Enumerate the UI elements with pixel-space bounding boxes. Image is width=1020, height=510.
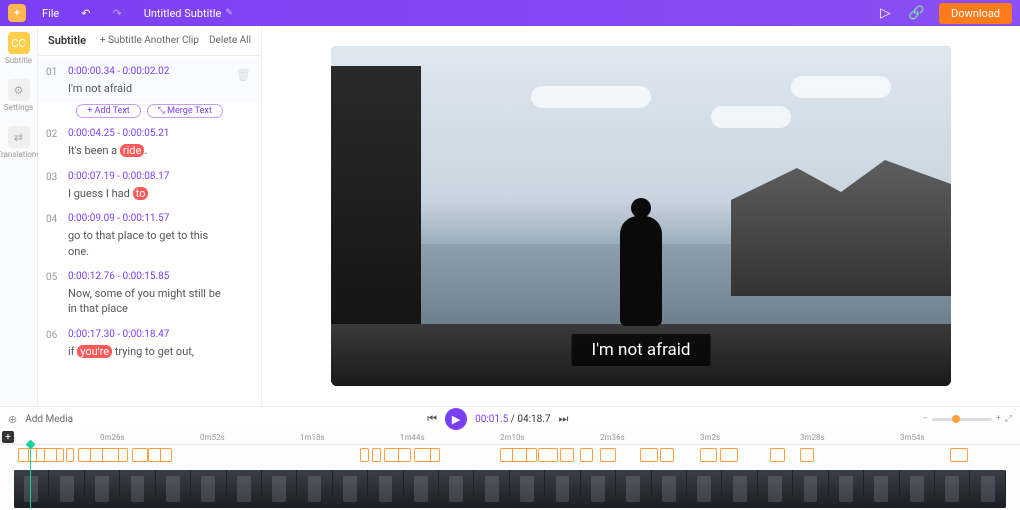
video-thumbnail — [368, 470, 403, 508]
video-thumbnail — [793, 470, 828, 508]
add-media-icon[interactable]: ⊕ — [8, 413, 17, 426]
playhead[interactable] — [30, 445, 31, 508]
subtitle-chip[interactable] — [950, 448, 968, 462]
project-title[interactable]: Untitled Subtitle✎ — [144, 7, 233, 20]
subtitle-chip[interactable] — [538, 448, 558, 462]
zoom-out[interactable]: − — [923, 414, 928, 424]
subtitle-chip[interactable] — [640, 448, 658, 462]
subtitle-row[interactable]: 050:00:12.76 - 0:00:15.85Now, some of yo… — [38, 265, 261, 323]
subtitle-chip[interactable] — [372, 448, 381, 462]
video-thumbnail — [49, 470, 84, 508]
video-thumbnail — [297, 470, 332, 508]
delete-all[interactable]: Delete All — [209, 35, 251, 46]
video-thumbnail — [829, 470, 864, 508]
file-menu[interactable]: File — [36, 5, 65, 22]
subtitle-list: 010:00:00.34 - 0:00:02.02I'm not afraid🗑… — [38, 56, 261, 406]
subtitle-chip[interactable] — [770, 448, 785, 462]
share-button[interactable]: 🔗 — [904, 2, 929, 25]
subtitle-chip[interactable] — [580, 448, 593, 462]
video-thumbnail — [652, 470, 687, 508]
video-thumbnail — [545, 470, 580, 508]
video-thumbnail — [333, 470, 368, 508]
subtitle-chip[interactable] — [660, 448, 674, 462]
timeline[interactable]: + 0m26s0m52s1m18s1m44s2m10s2m36s3m2s3m28… — [0, 431, 1020, 510]
video-thumbnail — [227, 470, 262, 508]
merge-text-button[interactable]: ⤡ Merge Text — [147, 104, 223, 118]
subtitle-row[interactable]: 030:00:07.19 - 0:00:08.17I guess I had t… — [38, 165, 261, 207]
edit-icon: ✎ — [225, 8, 233, 18]
video-thumbnail — [156, 470, 191, 508]
subtitle-chip[interactable] — [700, 448, 717, 462]
zoom-slider[interactable] — [932, 418, 992, 421]
video-thumbnail — [722, 470, 757, 508]
play-button[interactable]: ▶ — [445, 408, 467, 430]
video-thumbnail — [687, 470, 722, 508]
video-thumbnail — [85, 470, 120, 508]
video-thumbnail — [191, 470, 226, 508]
video-thumbnail — [581, 470, 616, 508]
subtitle-chip[interactable] — [360, 448, 369, 462]
redo-button[interactable]: ↷ — [106, 5, 127, 22]
video-thumbnail — [970, 470, 1005, 508]
video-thumbnail — [900, 470, 935, 508]
video-subject — [620, 216, 662, 326]
subtitle-row[interactable]: 020:00:04.25 - 0:00:05.21It's been a rid… — [38, 122, 261, 164]
video-caption: I'm not afraid — [572, 334, 711, 366]
subtitle-chip[interactable] — [66, 448, 74, 462]
subtitle-chip[interactable] — [56, 448, 64, 462]
subtitle-row[interactable]: 010:00:00.34 - 0:00:02.02I'm not afraid🗑 — [38, 60, 261, 102]
rail-subtitle[interactable]: CCSubtitle — [5, 32, 32, 65]
subtitle-chip[interactable] — [560, 448, 574, 462]
step-forward[interactable]: ⏭ — [559, 412, 569, 426]
time-display: 00:01.5 / 04:18.7 — [475, 414, 550, 425]
panel-title: Subtitle — [48, 34, 90, 47]
delete-icon[interactable]: 🗑 — [236, 68, 251, 96]
timeline-ruler: 0m26s0m52s1m18s1m44s2m10s2m36s3m2s3m28s3… — [0, 431, 1020, 445]
subtitle-another-clip[interactable]: + Subtitle Another Clip — [100, 35, 199, 46]
video-thumbnail — [864, 470, 899, 508]
add-text-button[interactable]: + Add Text — [76, 104, 141, 118]
zoom-in[interactable]: + — [996, 414, 1001, 424]
video-thumbnail — [758, 470, 793, 508]
video-thumbnail — [616, 470, 651, 508]
add-media[interactable]: Add Media — [25, 414, 73, 425]
subtitle-chip[interactable] — [160, 448, 172, 462]
subtitle-row[interactable]: 060:00:17.30 - 0:00:18.47if you're tryin… — [38, 323, 261, 365]
video-thumbnail — [510, 470, 545, 508]
subtitle-row[interactable]: 040:00:09.09 - 0:00:11.57go to that plac… — [38, 207, 261, 265]
video-thumbnail — [935, 470, 970, 508]
video-thumbnail — [14, 470, 49, 508]
rail-translations[interactable]: ⇄Translations — [0, 126, 40, 159]
video-preview[interactable]: I'm not afraid — [331, 46, 951, 386]
video-thumbnail — [439, 470, 474, 508]
subtitle-chip[interactable] — [600, 448, 616, 462]
video-thumbnail — [404, 470, 439, 508]
undo-button[interactable]: ↶ — [75, 5, 96, 22]
subtitle-chip[interactable] — [800, 448, 814, 462]
subtitle-chip[interactable] — [430, 448, 440, 462]
step-back[interactable]: ⏮ — [427, 412, 437, 426]
subtitle-chip[interactable] — [720, 448, 738, 462]
fit-timeline[interactable]: ⤢ — [1005, 414, 1012, 424]
subtitle-chip[interactable] — [132, 448, 148, 462]
video-thumbnail — [474, 470, 509, 508]
preview-button[interactable]: ▷ — [876, 2, 894, 25]
video-thumbnail — [120, 470, 155, 508]
subtitle-chip[interactable] — [526, 448, 537, 462]
video-thumbnail — [262, 470, 297, 508]
subtitle-chip[interactable] — [118, 448, 128, 462]
subtitle-track[interactable] — [0, 446, 1020, 468]
side-rail: CCSubtitle ⚙Settings ⇄Translations — [0, 26, 38, 406]
app-logo: ✦ — [8, 4, 26, 22]
download-button[interactable]: Download — [939, 3, 1012, 24]
add-track[interactable]: + — [2, 431, 14, 443]
subtitle-chip[interactable] — [398, 448, 411, 462]
video-track[interactable]: ⋮⋮ — [14, 470, 1006, 508]
rail-settings[interactable]: ⚙Settings — [4, 79, 33, 112]
